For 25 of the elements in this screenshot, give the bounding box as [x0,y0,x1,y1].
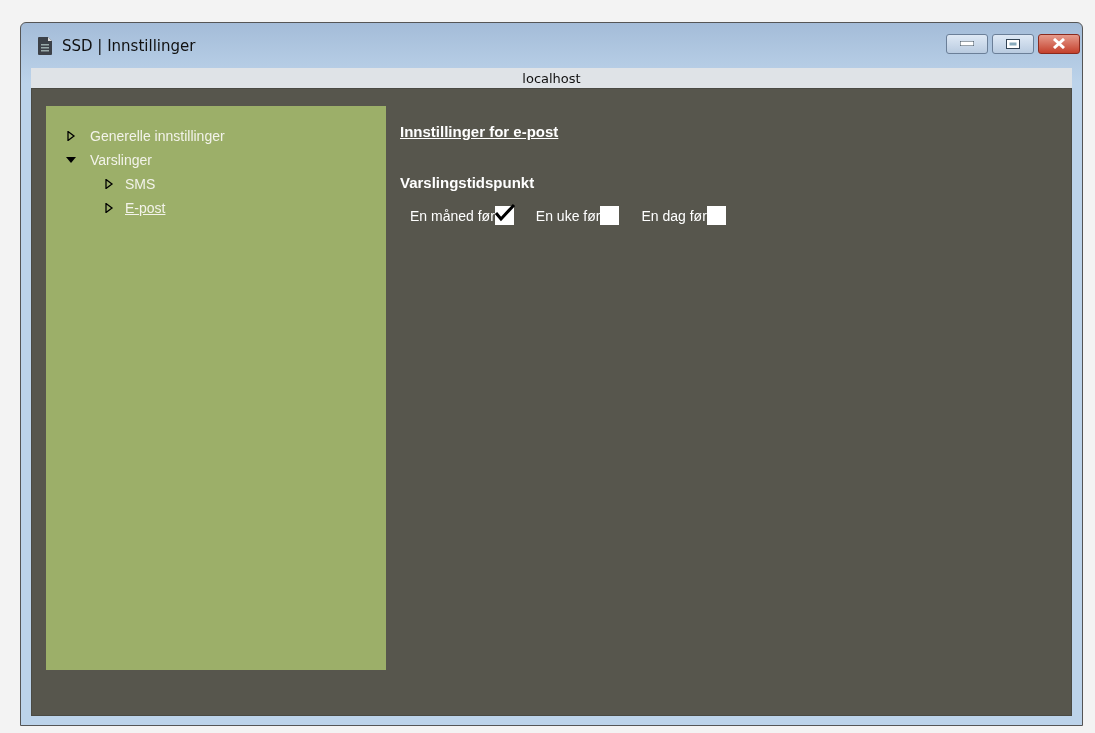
expand-triangle-icon[interactable] [104,179,114,189]
maximize-icon [1006,38,1020,49]
tree-item[interactable]: SMS [125,176,156,192]
checkbox[interactable] [706,206,726,225]
checkbox-label: En uke før [535,207,601,224]
close-icon [1052,38,1066,49]
page-heading-link[interactable]: Innstillinger for e-post [400,123,559,140]
close-button[interactable] [1038,33,1080,54]
tree-item[interactable]: E-post [125,200,166,216]
checkbox-label: En måned før [410,207,495,224]
minimize-icon [960,41,974,46]
checkbox-label: En dag før [641,207,707,224]
maximize-button[interactable] [992,33,1034,54]
tree-item[interactable]: Generelle innstillinger [90,128,225,144]
checkbox[interactable] [494,206,514,225]
window-title: SSD | Innstillinger [62,36,196,55]
expand-triangle-icon[interactable] [66,131,76,141]
minimize-button[interactable] [946,33,988,54]
checkbox[interactable] [600,206,620,225]
section-title: Varslingstidspunkt [400,174,535,191]
expand-triangle-icon[interactable] [104,203,114,213]
address-text: localhost [522,70,581,86]
document-icon [38,36,52,55]
tree-item[interactable]: Varslinger [90,152,152,168]
collapse-triangle-icon[interactable] [66,155,76,165]
